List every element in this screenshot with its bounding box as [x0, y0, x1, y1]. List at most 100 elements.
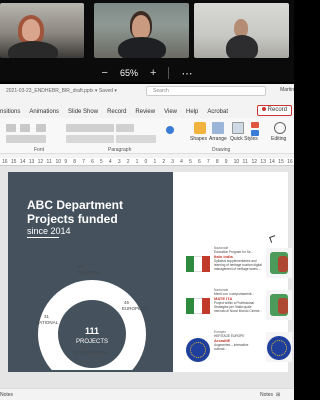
- ruler-tick: 6: [198, 159, 201, 165]
- center-value: 111: [85, 326, 99, 336]
- notes-pane-label[interactable]: Notes: [0, 392, 13, 398]
- screen: − 65% + ⋯ 2021-03-23_ENDHEBR_BIR_draft.p…: [0, 0, 294, 400]
- ruler-tick: 8: [215, 159, 219, 165]
- italy-flag-icon: [186, 248, 210, 278]
- ruler-tick: 14: [19, 159, 26, 165]
- ruler-tick: 3: [117, 159, 121, 165]
- project-card-text: Nazionale Education Program for Se... It…: [214, 246, 262, 271]
- slide-left-panel: ABC Department Projects funded since 201…: [8, 172, 173, 372]
- font-size-icon[interactable]: [6, 124, 16, 132]
- ruler-tick: 5: [189, 159, 192, 165]
- video-call-strip: − 65% + ⋯: [0, 0, 294, 82]
- file-name[interactable]: 2021-03-23_ENDHEBR_BIR_draft.pptx ▾ Save…: [6, 88, 117, 94]
- slide-title[interactable]: ABC Department Projects funded: [27, 198, 157, 226]
- paragraph-group-label: Paragraph: [108, 147, 132, 153]
- title-bar: 2021-03-23_ENDHEBR_BIR_draft.pptx ▾ Save…: [0, 84, 294, 98]
- font-format-icons[interactable]: [6, 135, 46, 143]
- ruler-tick: 10: [233, 159, 240, 165]
- ruler-tick: 13: [260, 159, 266, 165]
- search-box[interactable]: Search: [146, 86, 266, 96]
- tab-acrobat[interactable]: Acrobat: [207, 106, 228, 118]
- project-image: [266, 290, 292, 320]
- ruler-tick: 2: [126, 159, 130, 165]
- segment-european-value: 45: [124, 300, 130, 305]
- project-card[interactable]: Europeo HERITAGE EUROPE ArcadiiE Augment…: [186, 330, 292, 370]
- tab-transitions[interactable]: nsitions: [0, 106, 20, 118]
- eu-flag-icon: [186, 332, 210, 362]
- participant-body: [118, 37, 166, 58]
- project-body: Syllabus supplementaries and learning of…: [214, 259, 262, 271]
- drawing-group-label: Drawing: [212, 147, 231, 153]
- tab-record[interactable]: Record: [107, 106, 126, 118]
- project-card-text: Europeo HERITAGE EUROPE ArcadiiE Augment…: [214, 330, 262, 351]
- slide-subtitle[interactable]: since 2014: [27, 226, 71, 236]
- ruler-tick: 14: [269, 159, 275, 165]
- notes-button[interactable]: Notes: [260, 392, 273, 398]
- quick-styles-icon[interactable]: [232, 122, 244, 134]
- text-box-icon[interactable]: [166, 126, 174, 134]
- participant-face: [22, 19, 40, 41]
- arrange-label[interactable]: Arrange: [209, 136, 227, 142]
- ruler-tick: 1: [135, 159, 139, 165]
- ruler-tick: 10: [55, 159, 62, 165]
- segment-regional-label: REGIONAL: [78, 270, 102, 275]
- tab-help[interactable]: Help: [186, 106, 198, 118]
- video-tile-participant-2[interactable]: [94, 3, 189, 58]
- ruler-tick: 6: [91, 159, 94, 165]
- shape-outline-icon[interactable]: [251, 130, 259, 136]
- project-image: [266, 248, 292, 278]
- ruler-tick: 13: [28, 159, 35, 165]
- ruler-tick: 5: [100, 159, 103, 165]
- video-tile-participant-1[interactable]: [0, 3, 84, 58]
- tab-review[interactable]: Review: [135, 106, 155, 118]
- italy-flag-icon: [186, 290, 210, 320]
- zoom-level: 65%: [119, 68, 138, 78]
- text-direction-icon[interactable]: [116, 124, 134, 132]
- arrange-icon[interactable]: [212, 122, 224, 134]
- find-icon[interactable]: [274, 122, 286, 134]
- project-body: Augmented – interactive cultural...: [214, 343, 249, 351]
- ruler-tick: 7: [82, 159, 85, 165]
- font-shrink-icon[interactable]: [36, 124, 46, 132]
- participant-face: [132, 15, 150, 39]
- project-card[interactable]: Nazionale Menti con i comportamenti... M…: [186, 288, 292, 328]
- tab-slide-show[interactable]: Slide Show: [68, 106, 98, 118]
- comments-icon[interactable]: ⊞: [276, 392, 280, 398]
- list-icons[interactable]: [66, 124, 114, 132]
- video-tile-participant-3[interactable]: [194, 3, 289, 58]
- user-name[interactable]: Martin: [280, 87, 294, 93]
- project-card[interactable]: Nazionale Education Program for Se... It…: [186, 246, 292, 286]
- ruler-tick: 15: [10, 159, 17, 165]
- zoom-in-button[interactable]: +: [150, 67, 156, 79]
- slide[interactable]: ABC Department Projects funded since 201…: [8, 172, 292, 372]
- segment-national-label: NATIONAL: [36, 320, 59, 325]
- tab-view[interactable]: View: [164, 106, 177, 118]
- ruler-tick: 4: [180, 159, 183, 165]
- ruler-tick: 16: [2, 159, 8, 165]
- zoom-out-button[interactable]: −: [102, 67, 108, 79]
- more-icon[interactable]: ⋯: [181, 67, 192, 80]
- align-icons[interactable]: [66, 135, 114, 143]
- columns-icon[interactable]: [116, 135, 156, 143]
- record-button[interactable]: Record: [256, 105, 292, 116]
- quick-styles-label[interactable]: Quick Styles: [230, 136, 258, 142]
- ribbon: Shapes Arrange Quick Styles Editing Font…: [0, 118, 294, 154]
- divider: [168, 67, 170, 79]
- segment-regional-value: 33: [78, 264, 84, 269]
- participant-body: [8, 41, 58, 58]
- ruler-tick: 2: [162, 159, 166, 165]
- editing-label[interactable]: Editing: [271, 136, 286, 142]
- shapes-icon[interactable]: [194, 122, 206, 134]
- tab-animations[interactable]: Animations: [29, 106, 59, 118]
- search-placeholder: Search: [153, 88, 169, 94]
- shapes-label[interactable]: Shapes: [190, 136, 207, 142]
- project-card-text: Nazionale Menti con i comportamenti... M…: [214, 288, 262, 313]
- shape-fill-icon[interactable]: [251, 122, 259, 128]
- record-icon: [261, 107, 266, 111]
- font-grow-icon[interactable]: [20, 124, 30, 132]
- mouse-cursor-icon: [269, 235, 277, 243]
- ruler-tick: 4: [108, 159, 112, 165]
- segment-national-value: 31: [44, 314, 50, 319]
- zoom-controls: − 65% + ⋯: [0, 64, 294, 82]
- ruler-tick: 9: [224, 159, 228, 165]
